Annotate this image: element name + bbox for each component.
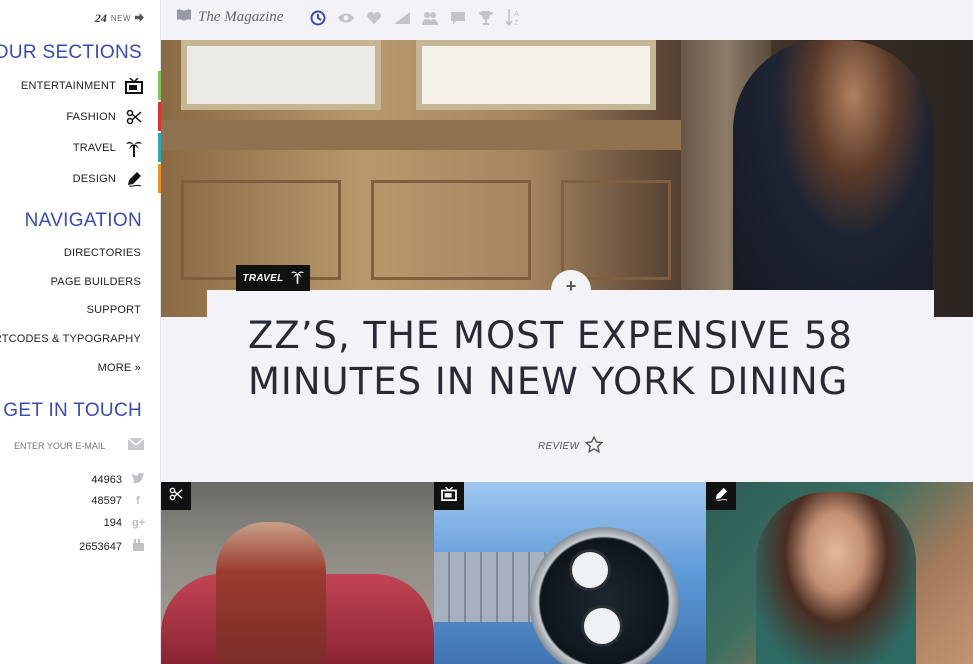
- social-count: 48597: [91, 495, 122, 507]
- review-label: REVIEW: [538, 440, 580, 452]
- pen-icon: [124, 171, 144, 187]
- svg-text:A: A: [514, 11, 519, 18]
- sort-az-icon[interactable]: AZ: [503, 8, 525, 28]
- social-twitter[interactable]: 44963: [91, 473, 144, 486]
- nav-item-support[interactable]: SUPPORT: [87, 304, 141, 316]
- expand-button[interactable]: +: [551, 270, 591, 310]
- star-icon: [584, 435, 604, 456]
- section-label: TRAVEL: [72, 142, 116, 154]
- nav-item-more[interactable]: MORE »: [98, 362, 141, 374]
- window-sill: [161, 120, 681, 150]
- plus-icon: +: [565, 276, 577, 296]
- mail-icon[interactable]: [127, 437, 145, 455]
- new-label: NEW: [110, 14, 131, 23]
- pen-icon: [714, 487, 728, 506]
- tv-icon: [441, 486, 457, 506]
- nav-item-page-builders[interactable]: PAGE BUILDERS: [51, 276, 141, 288]
- article-thumbnail-design[interactable]: [706, 482, 973, 664]
- trending-icon[interactable]: [391, 8, 413, 28]
- eye-icon[interactable]: [335, 8, 357, 28]
- trophy-icon[interactable]: [475, 8, 497, 28]
- contact-title: GET IN TOUCH: [3, 400, 142, 421]
- clock-icon[interactable]: [307, 8, 329, 28]
- sections-title: OUR SECTIONS: [0, 42, 142, 63]
- watch-dial: [581, 605, 623, 647]
- category-badge-design[interactable]: [706, 482, 736, 510]
- users-icon[interactable]: [419, 8, 441, 28]
- window-decoration: [416, 40, 656, 110]
- hero-person: [733, 40, 933, 317]
- newsletter-form: [14, 437, 145, 455]
- sort-toolbar: AZ: [307, 8, 525, 28]
- palm-tree-icon: [124, 139, 144, 157]
- section-label: ENTERTAINMENT: [20, 80, 116, 92]
- heart-icon[interactable]: [363, 8, 385, 28]
- social-count: 194: [103, 517, 122, 529]
- book-icon: [177, 9, 191, 26]
- nav-item-directories[interactable]: DIRECTORIES: [64, 247, 141, 259]
- section-label: DESIGN: [72, 173, 116, 185]
- email-input[interactable]: [14, 441, 119, 451]
- magazine-title[interactable]: The Magazine: [177, 9, 283, 26]
- top-bar: The Magazine AZ: [161, 0, 973, 40]
- navigation-title: NAVIGATION: [24, 210, 142, 231]
- section-fashion[interactable]: FASHION: [66, 104, 144, 130]
- article-headline[interactable]: ZZ’S, THE MOST EXPENSIVE 58 MINUTES IN N…: [248, 313, 938, 405]
- article-thumbnail-entertainment[interactable]: [434, 482, 706, 664]
- section-design[interactable]: DESIGN: [73, 166, 144, 192]
- social-count: 44963: [91, 473, 122, 486]
- category-tag-travel[interactable]: TRAVEL: [236, 265, 310, 291]
- watch-image: [529, 527, 679, 664]
- article-thumbnail-fashion[interactable]: [161, 482, 434, 664]
- comment-icon[interactable]: [447, 8, 469, 28]
- youtube-icon: [132, 539, 144, 554]
- category-badge-fashion[interactable]: [161, 482, 191, 510]
- nav-item-shortcodes[interactable]: SHORTCODES & TYPOGRAPHY: [0, 333, 141, 345]
- arrow-right-icon: [135, 12, 144, 25]
- woman-portrait-image: [756, 492, 916, 664]
- section-entertainment[interactable]: ENTERTAINMENT: [21, 73, 144, 99]
- social-google-plus[interactable]: 194 g+: [103, 517, 146, 529]
- section-label: FASHION: [66, 111, 116, 123]
- watch-dial: [569, 549, 611, 591]
- wall-panel: [371, 180, 531, 280]
- palm-tree-icon: [290, 269, 304, 287]
- category-badge-entertainment[interactable]: [434, 482, 464, 510]
- magazine-title-text: The Magazine: [198, 9, 284, 25]
- tv-icon: [124, 78, 144, 94]
- social-facebook[interactable]: 48597 f: [91, 495, 144, 507]
- svg-text:Z: Z: [514, 20, 519, 27]
- google-plus-icon: g+: [132, 517, 146, 529]
- man-drinking-image: [216, 522, 326, 664]
- category-label: TRAVEL: [242, 272, 284, 284]
- social-count: 2653647: [79, 540, 122, 553]
- facebook-icon: f: [136, 495, 140, 507]
- new-count: 24: [94, 11, 107, 25]
- new-posts-badge[interactable]: 24 NEW: [95, 11, 144, 26]
- social-youtube[interactable]: 2653647: [79, 539, 144, 554]
- twitter-icon: [132, 473, 144, 486]
- scissors-icon: [124, 109, 144, 125]
- wall-panel: [561, 180, 671, 280]
- section-travel[interactable]: TRAVEL: [73, 135, 144, 161]
- scissors-icon: [169, 487, 183, 506]
- window-decoration: [181, 40, 381, 110]
- sidebar: 24 NEW OUR SECTIONS ENTERTAINMENT FASHIO…: [0, 0, 161, 664]
- review-badge[interactable]: REVIEW: [538, 435, 604, 456]
